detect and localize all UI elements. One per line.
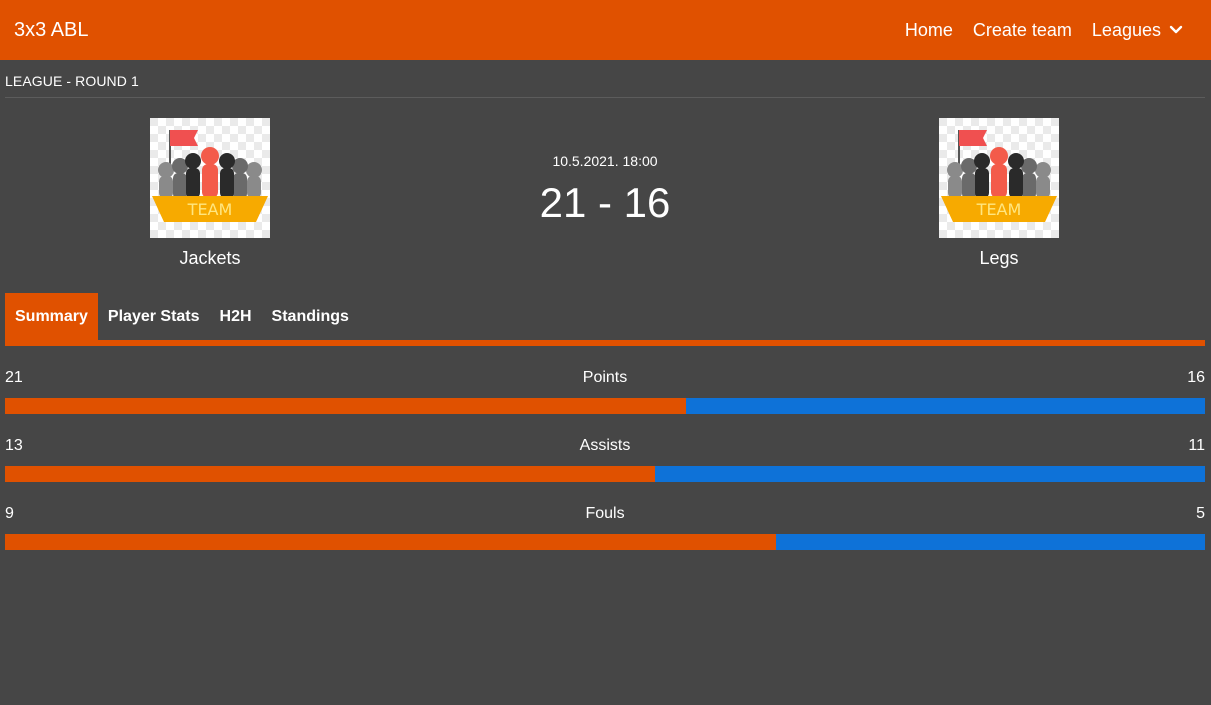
top-navbar: 3x3 ABL Home Create team Leagues — [0, 0, 1211, 60]
nav-create-team[interactable]: Create team — [973, 20, 1072, 41]
stat-bar — [5, 398, 1205, 414]
away-team-name[interactable]: Legs — [939, 248, 1059, 269]
tab-h2h[interactable]: H2H — [210, 293, 262, 340]
stat-label: Fouls — [585, 505, 625, 522]
stat-bar-home — [5, 398, 687, 414]
nav-home[interactable]: Home — [905, 20, 953, 41]
tab-player-stats[interactable]: Player Stats — [98, 293, 210, 340]
stat-bar-away — [776, 534, 1205, 550]
stat-label: Points — [582, 369, 628, 386]
stat-bar-away — [655, 466, 1205, 482]
stats-summary: 21 Points 16 13 Assists 11 9 Fouls 5 — [5, 369, 1205, 550]
stat-bar — [5, 466, 1205, 482]
away-team-logo: TEAM — [939, 118, 1059, 238]
main-content: LEAGUE - ROUND 1 TEAM Jackets 10.5.2021.… — [0, 60, 1211, 550]
away-team: TEAM Legs — [939, 118, 1059, 269]
match-header: TEAM Jackets 10.5.2021. 18:00 21 - 16 TE… — [5, 98, 1205, 293]
stat-away-value: 11 — [1188, 437, 1205, 454]
chevron-down-icon — [1169, 25, 1183, 34]
breadcrumb: LEAGUE - ROUND 1 — [5, 60, 1205, 98]
stat-row-fouls: 9 Fouls 5 — [5, 505, 1205, 550]
stat-bar-home — [5, 534, 777, 550]
stat-label: Assists — [579, 437, 631, 454]
nav-create-team-label: Create team — [972, 19, 1072, 40]
nav-leagues-label: Leagues — [1091, 19, 1161, 40]
stat-away-value: 5 — [1196, 505, 1205, 522]
home-team-name[interactable]: Jackets — [150, 248, 270, 269]
stat-bar — [5, 534, 1205, 550]
nav-leagues-dropdown[interactable]: Leagues — [1092, 20, 1183, 41]
tab-standings[interactable]: Standings — [262, 293, 359, 340]
nav-home-label: Home — [904, 19, 953, 40]
stat-away-value: 16 — [1187, 369, 1205, 386]
stat-row-points: 21 Points 16 — [5, 369, 1205, 414]
stat-bar-away — [686, 398, 1205, 414]
stat-bar-home — [5, 466, 655, 482]
match-tabs: Summary Player Stats H2H Standings — [5, 293, 1205, 346]
svg-text:TEAM: TEAM — [976, 200, 1022, 219]
tab-summary[interactable]: Summary — [5, 293, 98, 340]
stat-row-assists: 13 Assists 11 — [5, 437, 1205, 482]
nav-menu: Home Create team Leagues — [885, 20, 1183, 41]
brand-link[interactable]: 3x3 ABL — [14, 19, 89, 42]
